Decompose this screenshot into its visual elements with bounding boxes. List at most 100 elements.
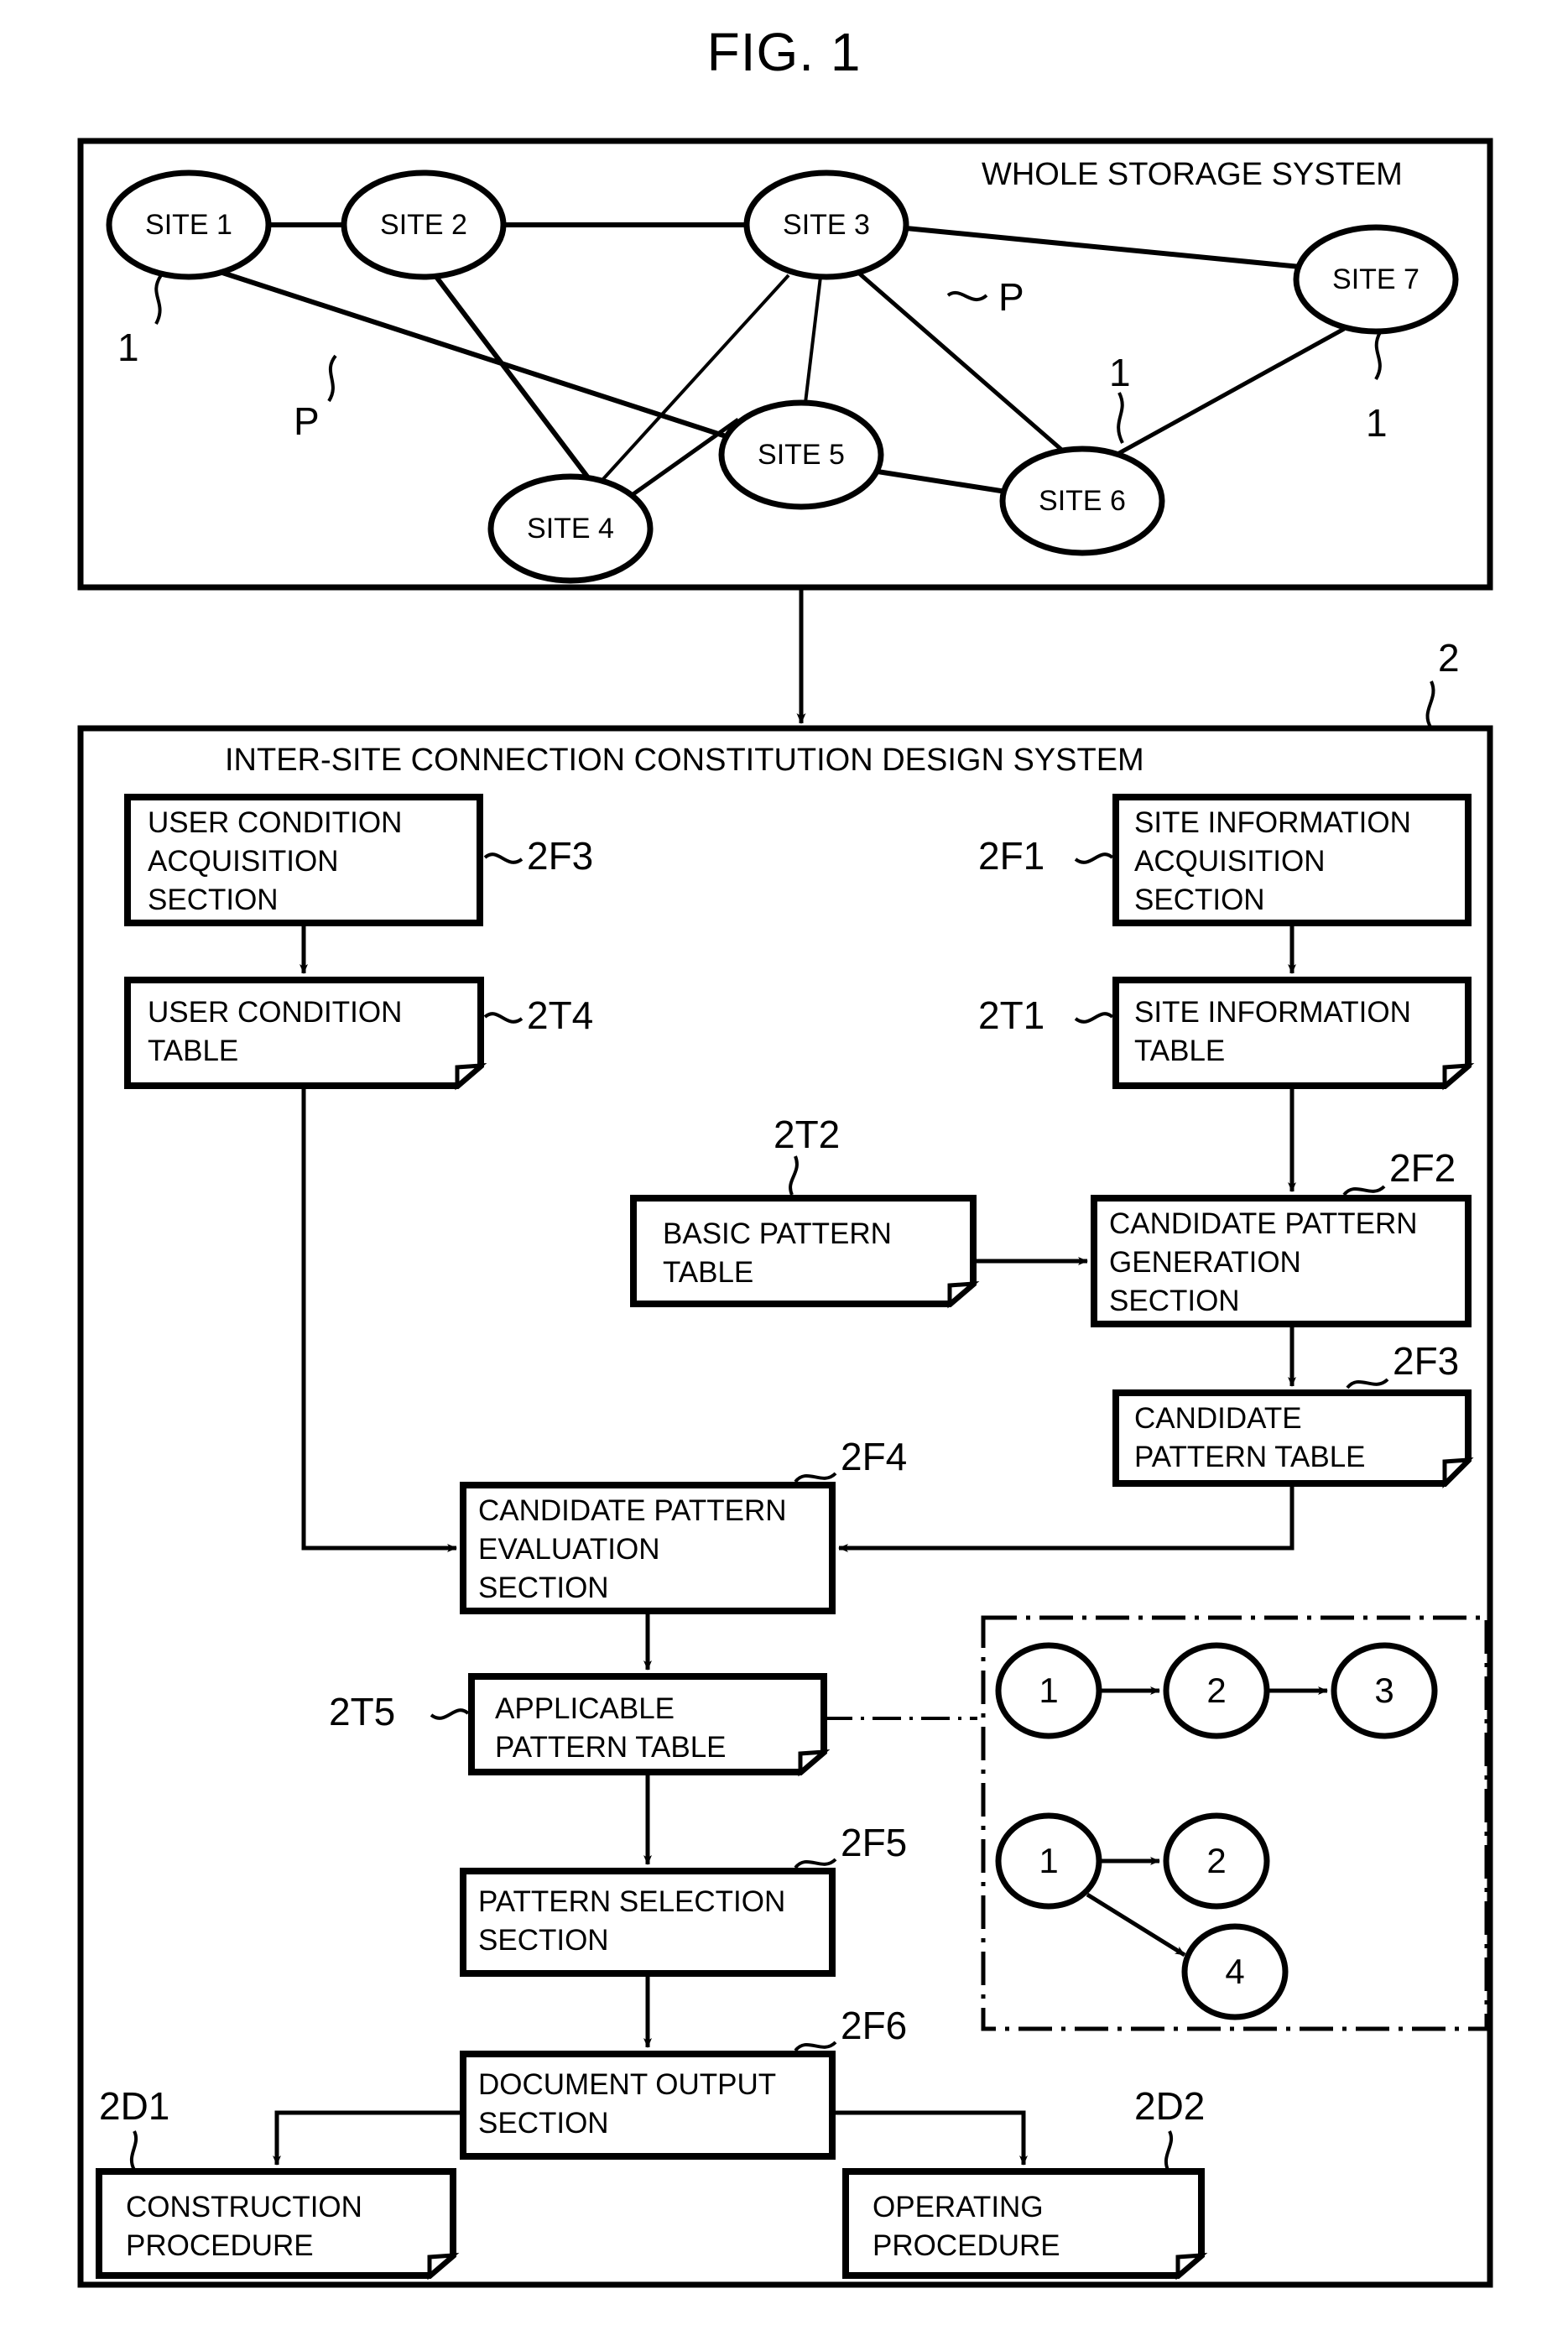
site-label-site-4: SITE 4 bbox=[527, 513, 614, 545]
label-uct-line2: TABLE bbox=[148, 1035, 239, 1067]
callout-arrow-group bbox=[1086, 1686, 1328, 1957]
link-site5-site6 bbox=[877, 469, 1018, 496]
label-cpt-line2: PATTERN TABLE bbox=[1134, 1441, 1366, 1473]
callout-arrow-b1-b4 bbox=[1086, 1892, 1186, 1957]
arrow-dos-to-construction bbox=[273, 2110, 463, 2166]
site-label-site-6: SITE 6 bbox=[1039, 485, 1126, 517]
link-site3-site7 bbox=[905, 226, 1301, 269]
label-bpt-line2: TABLE bbox=[663, 1256, 754, 1289]
doc-fold-construction-procedure bbox=[427, 2252, 460, 2281]
callout-label-b2: 2 bbox=[1206, 1841, 1227, 1880]
leader-ref-1a bbox=[154, 274, 163, 325]
leader-2f5 bbox=[794, 1858, 837, 1869]
doc-fold-operating-procedure bbox=[1175, 2252, 1208, 2281]
whole-storage-system-caption: WHOLE STORAGE SYSTEM bbox=[982, 157, 1403, 192]
doc-fold-site-information-table bbox=[1442, 1062, 1475, 1091]
leader-2f3-table bbox=[1346, 1378, 1389, 1389]
leader-ref-pa bbox=[946, 291, 988, 302]
ref-label-2t2: 2T2 bbox=[774, 1113, 841, 1156]
arrow-cpt-to-cpes bbox=[838, 1483, 1295, 1552]
leader-2f4 bbox=[794, 1472, 837, 1483]
label-dos-line1: DOCUMENT OUTPUT bbox=[478, 2068, 777, 2101]
site-label-site-3: SITE 3 bbox=[783, 209, 870, 241]
label-sias-line2: ACQUISITION bbox=[1134, 845, 1326, 878]
ref-label-2f3-acquisition: 2F3 bbox=[527, 834, 594, 878]
label-ucas-line2: ACQUISITION bbox=[148, 845, 339, 878]
label-cpes-line1: CANDIDATE PATTERN bbox=[478, 1494, 787, 1527]
leader-2d1 bbox=[129, 2130, 138, 2171]
label-cpgs-line1: CANDIDATE PATTERN bbox=[1109, 1207, 1418, 1240]
doc-fold-candidate-pattern-table bbox=[1442, 1457, 1474, 1489]
site-label-site-2: SITE 2 bbox=[380, 209, 467, 241]
label-cpt-line1: CANDIDATE bbox=[1134, 1402, 1302, 1435]
arrow-dos-to-operating bbox=[832, 2110, 1028, 2166]
whole-storage-system-frame bbox=[77, 138, 1493, 591]
doc-fold-basic-pattern-table bbox=[947, 1280, 980, 1309]
site-label-site-5: SITE 5 bbox=[758, 439, 845, 471]
callout-label-a1: 1 bbox=[1039, 1671, 1059, 1710]
figure-title: FIG. 1 bbox=[706, 22, 862, 82]
ref-label-2f5: 2F5 bbox=[841, 1821, 908, 1864]
design-system-caption: INTER-SITE CONNECTION CONSTITUTION DESIG… bbox=[225, 743, 1144, 778]
label-op-line1: OPERATING bbox=[873, 2191, 1044, 2223]
ref-label-1-site7: 1 bbox=[1366, 401, 1388, 445]
label-sit-line1: SITE INFORMATION bbox=[1134, 996, 1411, 1029]
label-apt-line2: PATTERN TABLE bbox=[495, 1731, 727, 1764]
ref-label-2f1: 2F1 bbox=[978, 834, 1045, 878]
leader-2t2 bbox=[789, 1155, 799, 1196]
arrow-uct-to-cpes bbox=[301, 1086, 457, 1552]
label-ucas-line3: SECTION bbox=[148, 884, 279, 916]
label-sit-line2: TABLE bbox=[1134, 1035, 1226, 1067]
leader-ref-pb bbox=[327, 354, 337, 403]
callout-label-a3: 3 bbox=[1374, 1671, 1394, 1710]
label-uct-line1: USER CONDITION bbox=[148, 996, 403, 1029]
link-site6-site7 bbox=[1110, 326, 1346, 460]
ref-label-2d1: 2D1 bbox=[99, 2084, 170, 2128]
ref-label-2: 2 bbox=[1438, 636, 1460, 680]
label-bpt-line1: BASIC PATTERN bbox=[663, 1217, 892, 1250]
ref-label-p-right: P bbox=[998, 275, 1024, 319]
flow-arrow-group bbox=[273, 923, 1296, 2166]
leader-2f1 bbox=[1074, 852, 1114, 864]
leader-2f6 bbox=[794, 2041, 837, 2052]
link-site4-site5 bbox=[621, 417, 740, 504]
leader-2t1 bbox=[1074, 1012, 1114, 1024]
ref-label-2d2: 2D2 bbox=[1134, 2084, 1206, 2128]
callout-label-b4: 4 bbox=[1225, 1952, 1245, 1991]
figure-page: FIG. 1 WHOLE STORAGE SYSTEM SITE 1 SITE … bbox=[0, 0, 1568, 2351]
label-pss-line1: PATTERN SELECTION bbox=[478, 1885, 786, 1918]
site-label-site-7: SITE 7 bbox=[1332, 263, 1420, 295]
label-cpes-line3: SECTION bbox=[478, 1572, 609, 1604]
doc-fold-user-condition-table bbox=[455, 1062, 487, 1091]
link-site3-site6 bbox=[856, 270, 1067, 455]
ref-label-2t4: 2T4 bbox=[527, 993, 594, 1037]
ref-label-2t1: 2T1 bbox=[978, 993, 1045, 1037]
leader-2t4 bbox=[483, 1012, 524, 1024]
diagram-vector-layer bbox=[77, 138, 1493, 2288]
doc-fold-applicable-pattern-table bbox=[798, 1749, 831, 1777]
leader-ref-1c bbox=[1374, 331, 1382, 381]
leader-2t5 bbox=[430, 1708, 470, 1720]
ref-label-2f2: 2F2 bbox=[1389, 1146, 1456, 1190]
leader-2f3-acquisition bbox=[483, 852, 524, 864]
ref-label-2t5: 2T5 bbox=[329, 1690, 396, 1733]
site-label-site-1: SITE 1 bbox=[145, 209, 232, 241]
label-op-line2: PROCEDURE bbox=[873, 2229, 1060, 2262]
label-ucas-line1: USER CONDITION bbox=[148, 806, 403, 839]
link-site3-site5 bbox=[804, 276, 822, 404]
leader-2d2 bbox=[1164, 2130, 1173, 2171]
label-cpgs-line2: GENERATION bbox=[1109, 1246, 1301, 1279]
label-sias-line3: SECTION bbox=[1134, 884, 1265, 916]
callout-label-b1: 1 bbox=[1039, 1841, 1059, 1880]
label-cpgs-line3: SECTION bbox=[1109, 1285, 1240, 1317]
leader-line-group-top bbox=[154, 274, 1382, 444]
ref-label-2f4: 2F4 bbox=[841, 1435, 908, 1478]
label-sias-line1: SITE INFORMATION bbox=[1134, 806, 1411, 839]
ref-label-1-site6: 1 bbox=[1109, 351, 1131, 394]
ref-label-1-site1: 1 bbox=[117, 326, 139, 369]
leader-ref-2 bbox=[1425, 680, 1435, 730]
label-apt-line1: APPLICABLE bbox=[495, 1692, 675, 1725]
label-pss-line2: SECTION bbox=[478, 1924, 609, 1957]
leader-2f2 bbox=[1342, 1185, 1386, 1196]
leader-ref-1b bbox=[1117, 392, 1124, 444]
